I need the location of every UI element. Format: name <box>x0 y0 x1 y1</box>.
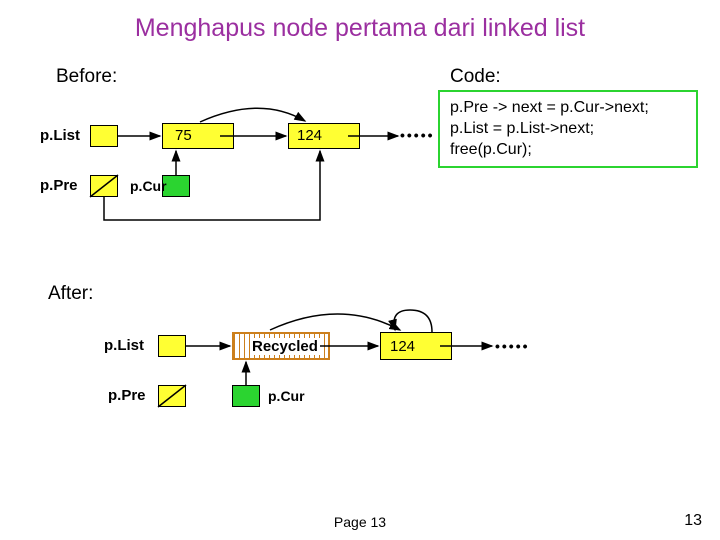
dots-before: ••••• <box>400 127 435 143</box>
ppre-box-before <box>90 175 118 197</box>
page-number: 13 <box>684 512 702 530</box>
node-124-text-after: 124 <box>390 338 415 355</box>
after-label: After: <box>48 283 93 305</box>
plist-box-before <box>90 125 118 147</box>
node-124-text-before: 124 <box>297 127 322 144</box>
slide-title: Menghapus node pertama dari linked list <box>0 14 720 43</box>
code-line-1: p.Pre -> next = p.Cur->next; <box>450 98 686 119</box>
code-line-3: free(p.Cur); <box>450 140 686 161</box>
plist-label-before: p.List <box>40 127 80 144</box>
pcur-label-after: p.Cur <box>268 388 305 404</box>
ppre-box-after <box>158 385 186 407</box>
pcur-label-before: p.Cur <box>130 178 167 194</box>
node-75 <box>162 123 234 149</box>
dots-after: ••••• <box>495 338 530 354</box>
code-label: Code: <box>450 66 501 88</box>
node-75-text: 75 <box>175 127 192 144</box>
recycled-text: Recycled <box>250 338 320 355</box>
code-box: p.Pre -> next = p.Cur->next; p.List = p.… <box>438 90 698 168</box>
page-label: Page 13 <box>0 514 720 530</box>
code-line-2: p.List = p.List->next; <box>450 119 686 140</box>
pcur-box-after <box>232 385 260 407</box>
ppre-label-before: p.Pre <box>40 177 78 194</box>
ppre-label-after: p.Pre <box>108 387 146 404</box>
before-label: Before: <box>56 66 117 88</box>
plist-box-after <box>158 335 186 357</box>
plist-label-after: p.List <box>104 337 144 354</box>
